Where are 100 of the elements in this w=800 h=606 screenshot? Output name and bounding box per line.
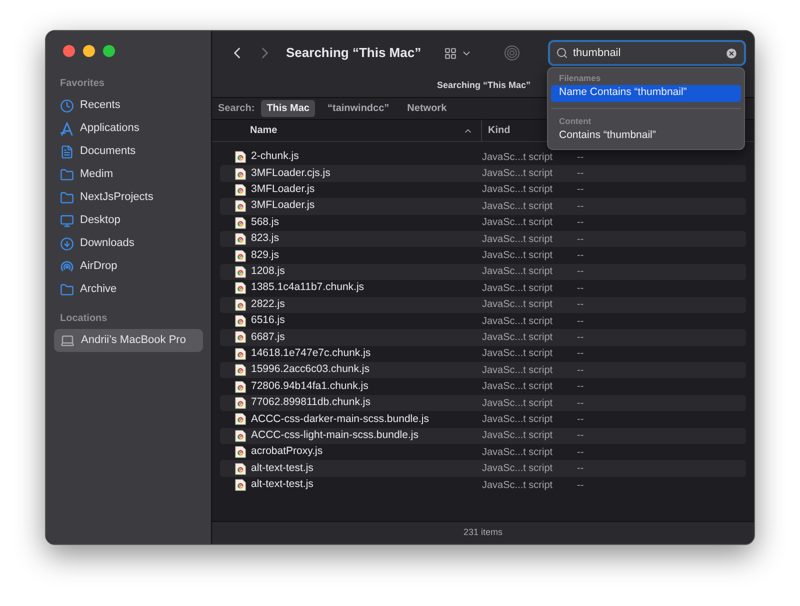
download-icon bbox=[60, 236, 74, 250]
folder-icon bbox=[60, 168, 74, 182]
sidebar-item[interactable]: NextJsProjects bbox=[54, 186, 203, 209]
table-cell-text: -- bbox=[577, 200, 584, 214]
file-name: acrobatProxy.js bbox=[251, 444, 323, 460]
applications-icon bbox=[60, 122, 74, 136]
table-cell-text: -- bbox=[577, 396, 584, 411]
file-name: 3MFLoader.cjs.js bbox=[251, 166, 330, 181]
file-kind: JavaSc...t script bbox=[482, 249, 554, 264]
sidebar-item[interactable]: Desktop bbox=[54, 209, 203, 232]
table-cell-text: -- bbox=[577, 380, 584, 394]
file-row[interactable]: 6516.js JavaSc...t script -- bbox=[220, 312, 746, 330]
document-icon bbox=[60, 144, 74, 158]
scope-tab[interactable]: “tainwindcc” bbox=[321, 100, 396, 117]
sidebar-item[interactable]: Andrii’s MacBook Pro bbox=[54, 329, 203, 352]
table-cell-text: -- bbox=[577, 216, 584, 230]
file-row[interactable]: 14618.1e747e7c.chunk.js JavaSc...t script -- bbox=[220, 346, 746, 362]
file-name: 2822.js bbox=[251, 296, 285, 312]
file-row[interactable]: 3MFLoader.cjs.js JavaSc...t script -- bbox=[220, 165, 746, 182]
file-row[interactable]: 2-chunk.js JavaSc...t script -- bbox=[220, 149, 746, 166]
airdrop-icon[interactable] bbox=[504, 45, 520, 61]
sidebar-item[interactable]: Documents bbox=[54, 140, 203, 163]
file-row[interactable]: 1208.js JavaSc...t script -- bbox=[220, 264, 746, 280]
file-kind: JavaSc...t script bbox=[482, 364, 554, 378]
clock-icon bbox=[60, 98, 74, 112]
window-title: Searching “This Mac” bbox=[286, 44, 422, 62]
file-row[interactable]: ACCC-css-light-main-scss.bundle.js JavaSc...t script -- bbox=[220, 428, 746, 444]
file-row[interactable]: 568.js JavaSc...t script -- bbox=[220, 214, 746, 231]
table-cell-text: -- bbox=[577, 347, 584, 362]
table-cell-text: -- bbox=[577, 183, 584, 198]
file-name: 3MFLoader.js bbox=[251, 182, 315, 198]
file-kind: JavaSc...t script bbox=[482, 167, 554, 182]
file-row[interactable]: 829.js JavaSc...t script -- bbox=[220, 247, 746, 264]
search-icon bbox=[556, 47, 568, 59]
zoom-window-button[interactable] bbox=[103, 45, 115, 57]
script-file-icon bbox=[235, 266, 246, 278]
sidebar-section-title: Locations bbox=[59, 312, 108, 326]
file-kind: JavaSc...t script bbox=[482, 282, 554, 296]
file-name: 14618.1e747e7c.chunk.js bbox=[251, 346, 371, 361]
file-kind: JavaSc...t script bbox=[482, 216, 554, 230]
file-row[interactable]: alt-text-test.js JavaSc...t script -- bbox=[220, 476, 746, 494]
script-file-icon bbox=[235, 298, 246, 311]
script-file-icon bbox=[235, 282, 246, 294]
minimize-window-button[interactable] bbox=[83, 45, 95, 57]
menu-item[interactable]: Name Contains “thumbnail” bbox=[551, 84, 741, 102]
file-row[interactable]: 3MFLoader.js JavaSc...t script -- bbox=[220, 198, 746, 215]
scope-tab[interactable]: Network bbox=[401, 100, 453, 117]
file-row[interactable]: acrobatProxy.js JavaSc...t script -- bbox=[220, 444, 746, 460]
file-name: alt-text-test.js bbox=[251, 460, 314, 476]
table-cell-text: -- bbox=[577, 150, 584, 165]
file-name: 823.js bbox=[251, 231, 280, 246]
file-row[interactable]: 2822.js JavaSc...t script -- bbox=[220, 296, 746, 313]
file-kind: JavaSc...t script bbox=[482, 183, 554, 198]
name-column-header[interactable]: Name bbox=[212, 120, 482, 141]
script-file-icon bbox=[235, 184, 246, 196]
file-row[interactable]: 1385.1c4a11b7.chunk.js JavaSc...t script -- bbox=[220, 280, 746, 297]
table-cell-text: -- bbox=[577, 446, 584, 460]
file-row[interactable]: 823.js JavaSc...t script -- bbox=[220, 230, 746, 248]
scope-label: Search: bbox=[218, 102, 255, 116]
script-file-icon bbox=[235, 430, 246, 442]
clear-search-button[interactable] bbox=[725, 46, 738, 60]
file-row[interactable]: ACCC-css-darker-main-scss.bundle.js JavaSc...t script -- bbox=[220, 411, 746, 428]
file-row[interactable]: 6687.js JavaSc...t script -- bbox=[220, 329, 746, 346]
file-kind: JavaSc...t script bbox=[482, 330, 554, 345]
sidebar-item[interactable]: Recents bbox=[54, 94, 203, 117]
table-cell-text: -- bbox=[577, 314, 584, 329]
scope-tab[interactable]: This Mac bbox=[260, 100, 316, 117]
script-file-icon bbox=[235, 364, 246, 376]
file-name: 6687.js bbox=[251, 330, 285, 345]
script-file-icon bbox=[235, 413, 246, 426]
sidebar-item[interactable]: Medim bbox=[54, 163, 203, 186]
script-file-icon bbox=[235, 250, 246, 262]
file-row[interactable]: 77062.899811db.chunk.js JavaSc...t script -- bbox=[220, 394, 746, 412]
sidebar-item[interactable]: Downloads bbox=[54, 232, 203, 255]
close-window-button[interactable] bbox=[63, 45, 75, 57]
file-row[interactable]: 72806.94b14fa1.chunk.js JavaSc...t script -- bbox=[220, 378, 746, 395]
file-name: 1208.js bbox=[251, 264, 285, 280]
file-row[interactable]: alt-text-test.js JavaSc...t script -- bbox=[220, 460, 746, 477]
table-cell-text: -- bbox=[577, 478, 584, 492]
file-name: ACCC-css-light-main-scss.bundle.js bbox=[251, 428, 418, 443]
table-cell-text: -- bbox=[577, 298, 584, 312]
sidebar-item[interactable]: Applications bbox=[54, 117, 203, 140]
file-name: 3MFLoader.js bbox=[251, 198, 315, 214]
script-file-icon bbox=[235, 462, 246, 475]
menu-item[interactable]: Contains “thumbnail” bbox=[551, 128, 741, 144]
file-row[interactable]: 15996.2acc6c03.chunk.js JavaSc...t script -- bbox=[220, 362, 746, 378]
view-options-button[interactable] bbox=[443, 46, 472, 60]
desktop-icon bbox=[60, 214, 74, 228]
script-file-icon bbox=[235, 446, 246, 458]
laptop-icon bbox=[60, 333, 75, 348]
file-kind: JavaSc...t script bbox=[482, 462, 554, 476]
script-file-icon bbox=[235, 380, 246, 393]
search-field[interactable]: thumbnail bbox=[548, 40, 746, 66]
script-file-icon bbox=[235, 479, 246, 491]
file-row[interactable]: 3MFLoader.js JavaSc...t script -- bbox=[220, 182, 746, 198]
sidebar-item[interactable]: AirDrop bbox=[54, 255, 203, 278]
menu-section-title: Content bbox=[558, 114, 592, 128]
file-kind: JavaSc...t script bbox=[482, 380, 554, 394]
sidebar-item[interactable]: Archive bbox=[54, 278, 203, 301]
file-kind: JavaSc...t script bbox=[482, 200, 554, 214]
